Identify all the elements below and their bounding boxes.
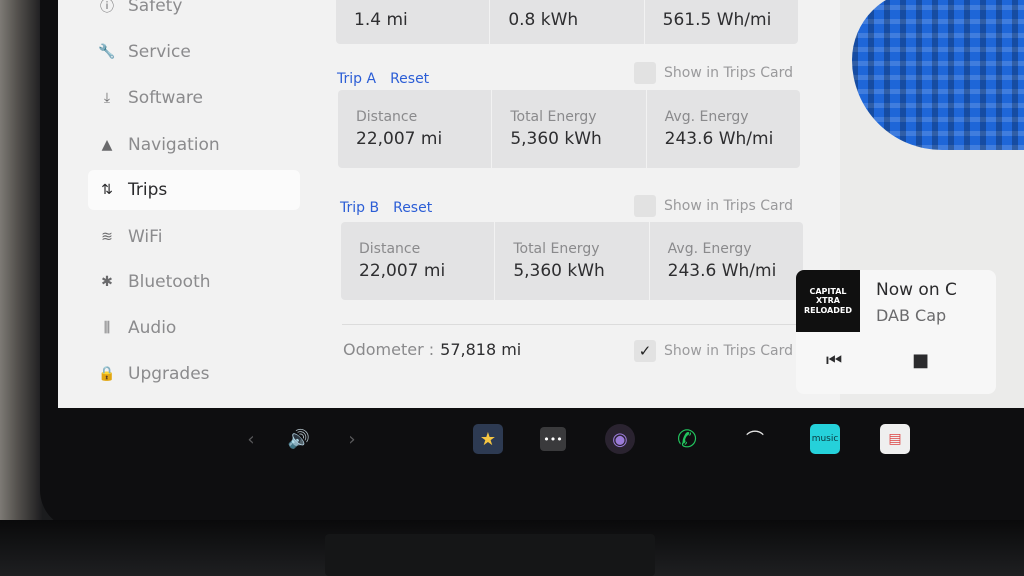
trip-a-reset-button[interactable]: Reset bbox=[390, 71, 429, 87]
vehicle-trim-left bbox=[0, 0, 42, 576]
show-in-trips-card-label: Show in Trips Card bbox=[664, 198, 793, 214]
odometer-label: Odometer : bbox=[343, 340, 435, 359]
lock-icon: 🔒 bbox=[98, 366, 116, 382]
trip-b-card: Distance 22,007 mi Total Energy 5,360 kW… bbox=[341, 222, 803, 300]
sidebar-item-software[interactable]: ⤓ Software bbox=[88, 78, 300, 118]
stat-energy: Total Energy 5,360 kWh bbox=[495, 222, 650, 300]
media-player-card: CAPITAL XTRA RELOADED Now on C DAB Cap ⏮… bbox=[796, 270, 996, 394]
sidebar-item-label: Bluetooth bbox=[128, 272, 211, 292]
sidebar-item-wifi[interactable]: ≋ WiFi bbox=[88, 217, 300, 257]
sidebar-item-service[interactable]: 🔧 Service bbox=[88, 32, 300, 72]
show-in-trips-card-label: Show in Trips Card bbox=[664, 65, 793, 81]
stat-label: Avg. Energy bbox=[667, 241, 752, 257]
stat-value: 243.6 Wh/mi bbox=[664, 129, 774, 149]
sidebar-item-label: WiFi bbox=[128, 227, 163, 247]
dashboard-seam bbox=[325, 534, 655, 576]
trip-a-card: Distance 22,007 mi Total Energy 5,360 kW… bbox=[338, 90, 800, 168]
stat-distance: Distance 22,007 mi bbox=[341, 222, 496, 300]
trip-b-title: Trip B bbox=[340, 200, 380, 216]
trip-b-reset-button[interactable]: Reset bbox=[393, 200, 432, 216]
sidebar-item-label: Trips bbox=[128, 180, 168, 200]
more-apps-icon[interactable]: ••• bbox=[540, 427, 566, 451]
camera-icon[interactable]: ◉ bbox=[605, 424, 635, 454]
stat-value: 243.6 Wh/mi bbox=[667, 261, 777, 281]
trips-icon: ⇅ bbox=[101, 182, 113, 198]
sidebar-item-navigation[interactable]: ▲ Navigation bbox=[88, 125, 300, 165]
checkbox[interactable] bbox=[634, 195, 656, 217]
sidebar-item-label: Software bbox=[128, 88, 203, 108]
volume-icon[interactable]: 🔊 bbox=[282, 424, 316, 454]
wrench-icon: 🔧 bbox=[98, 44, 116, 60]
stat-label: Avg. Energy bbox=[664, 109, 749, 125]
dashboard-trim bbox=[0, 520, 1024, 576]
stat-avg-energy: 561.5 Wh/mi bbox=[645, 0, 798, 44]
trip-a-title: Trip A bbox=[337, 71, 377, 87]
checkbox[interactable] bbox=[634, 62, 656, 84]
sidebar-item-safety[interactable]: ⓘ Safety bbox=[88, 0, 300, 26]
sidebar-item-bluetooth[interactable]: ✱ Bluetooth bbox=[88, 262, 300, 302]
sidebar-item-upgrades[interactable]: 🔒 Upgrades bbox=[88, 354, 300, 394]
odometer-row: Odometer : 57,818 mi bbox=[343, 340, 521, 359]
divider bbox=[342, 324, 798, 325]
station-logo-text: CAPITAL XTRA RELOADED bbox=[804, 286, 852, 315]
stat-value: 0.8 kWh bbox=[508, 10, 579, 30]
settings-sidebar: ⓘ Safety 🔧 Service ⤓ Software ▲ Navigati… bbox=[58, 0, 308, 408]
phone-icon[interactable]: ✆ bbox=[672, 424, 702, 454]
checkbox-checked[interactable]: ✓ bbox=[634, 340, 656, 362]
toybox-icon[interactable]: ★ bbox=[473, 424, 503, 454]
left-chevron-icon[interactable]: ‹ bbox=[244, 424, 258, 454]
sidebar-item-trips[interactable]: ⇅ Trips bbox=[88, 170, 300, 210]
amazon-music-icon[interactable]: music bbox=[810, 424, 840, 454]
stat-label: Distance bbox=[359, 241, 421, 257]
stat-avg-energy: Avg. Energy 243.6 Wh/mi bbox=[650, 222, 803, 300]
stat-energy: 0.8 kWh bbox=[490, 0, 645, 44]
wiper-icon[interactable]: ⌒ bbox=[740, 424, 770, 454]
stat-value: 1.4 mi bbox=[354, 10, 408, 30]
sidebar-item-label: Audio bbox=[128, 318, 177, 338]
show-in-trips-card-label: Show in Trips Card bbox=[664, 343, 793, 359]
info-circle-icon: ⓘ bbox=[100, 0, 114, 15]
wifi-icon: ≋ bbox=[101, 229, 113, 245]
stat-value: 5,360 kWh bbox=[510, 129, 602, 149]
right-chevron-icon[interactable]: › bbox=[345, 424, 359, 454]
odometer-value: 57,818 mi bbox=[440, 340, 522, 359]
album-art[interactable]: CAPITAL XTRA RELOADED bbox=[796, 270, 860, 332]
stat-value: 5,360 kWh bbox=[513, 261, 605, 281]
odometer-show-toggle[interactable]: ✓ Show in Trips Card bbox=[634, 340, 793, 362]
now-playing-title: Now on C bbox=[876, 280, 957, 300]
sidebar-item-label: Navigation bbox=[128, 135, 220, 155]
trip-a-header: Trip A Reset bbox=[337, 71, 429, 87]
equalizer-icon: ⫼ bbox=[103, 320, 111, 336]
stat-distance: 1.4 mi bbox=[336, 0, 491, 44]
sidebar-item-label: Upgrades bbox=[128, 364, 210, 384]
bluetooth-icon: ✱ bbox=[101, 274, 113, 290]
stat-label: Distance bbox=[356, 109, 418, 125]
calendar-icon[interactable]: ▤ bbox=[880, 424, 910, 454]
stat-value: 561.5 Wh/mi bbox=[662, 10, 772, 30]
sidebar-item-audio[interactable]: ⫼ Audio bbox=[88, 308, 300, 348]
sidebar-item-label: Safety bbox=[128, 0, 183, 16]
now-playing-source: DAB Cap bbox=[876, 306, 947, 325]
sidebar-item-label: Service bbox=[128, 42, 191, 62]
previous-track-icon[interactable]: ⏮ bbox=[826, 350, 842, 371]
trip-b-header: Trip B Reset bbox=[340, 200, 432, 216]
stop-icon[interactable]: ■ bbox=[912, 350, 929, 371]
stat-label: Total Energy bbox=[513, 241, 600, 257]
stat-label: Total Energy bbox=[510, 109, 597, 125]
stat-distance: Distance 22,007 mi bbox=[338, 90, 493, 168]
stat-energy: Total Energy 5,360 kWh bbox=[492, 90, 647, 168]
download-icon: ⤓ bbox=[103, 90, 111, 106]
trip-b-show-toggle[interactable]: Show in Trips Card bbox=[634, 195, 793, 217]
navigation-arrow-icon: ▲ bbox=[101, 137, 113, 153]
stat-avg-energy: Avg. Energy 243.6 Wh/mi bbox=[647, 90, 800, 168]
current-trip-card: 1.4 mi 0.8 kWh 561.5 Wh/mi bbox=[336, 0, 798, 44]
stat-value: 22,007 mi bbox=[356, 129, 443, 149]
stat-value: 22,007 mi bbox=[359, 261, 446, 281]
trip-a-show-toggle[interactable]: Show in Trips Card bbox=[634, 62, 793, 84]
